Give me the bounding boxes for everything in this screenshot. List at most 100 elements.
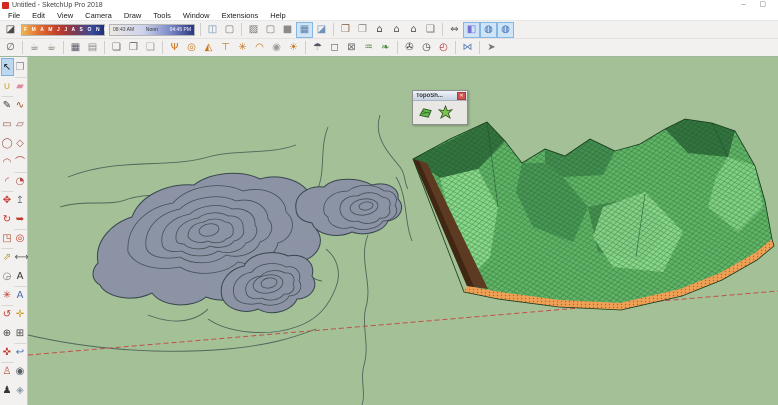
position-camera-icon[interactable]: ♙ <box>0 362 14 380</box>
axes-icon[interactable]: ✳ <box>1 286 14 304</box>
zoom-window-icon[interactable]: ⊞ <box>14 324 27 342</box>
grass-icon[interactable]: ♒ <box>360 40 377 56</box>
leaf-icon[interactable]: ❧ <box>377 40 394 56</box>
add-location-icon[interactable]: ◍ <box>480 21 497 38</box>
window-icon[interactable]: ❏ <box>108 40 125 56</box>
pan-icon[interactable]: ✛ <box>14 305 27 323</box>
maximize-button[interactable]: ▢ <box>759 0 766 10</box>
menu-item[interactable]: Draw <box>118 10 148 21</box>
parasol-icon[interactable]: ☂ <box>309 40 326 56</box>
topo-stamp-icon[interactable]: ⊤ <box>217 40 234 56</box>
teapot-icon[interactable]: ☕ <box>26 40 43 56</box>
topo-target-icon[interactable]: ◉ <box>268 40 285 56</box>
model-viewport[interactable]: TopoSh... ✕ <box>28 57 778 405</box>
share-model-icon[interactable]: ⌂ <box>388 22 405 38</box>
xray-icon[interactable]: ◫ <box>204 22 221 38</box>
paint-bucket-icon[interactable]: ∪ <box>1 77 14 95</box>
zoom-extents-icon[interactable]: ✜ <box>1 343 14 361</box>
rotate-icon[interactable]: ↻ <box>1 210 14 228</box>
minimize-button[interactable]: – <box>741 0 745 10</box>
three-point-arc-icon[interactable]: ◜ <box>1 172 14 190</box>
freehand-icon[interactable]: ∿ <box>14 96 27 114</box>
topo-sun-icon[interactable]: ☀ <box>285 40 302 56</box>
window-image-icon[interactable]: ❐ <box>125 40 142 56</box>
extension-warehouse-icon[interactable]: ❑ <box>422 22 439 38</box>
toposhaper-titlebar[interactable]: TopoSh... ✕ <box>413 91 467 101</box>
arc-icon[interactable]: ◠ <box>1 153 14 171</box>
cube-delete-icon[interactable]: ⊠ <box>343 40 360 56</box>
three-d-text-icon[interactable]: A <box>13 286 27 304</box>
zoom-previous-icon[interactable]: ↩ <box>13 343 27 361</box>
window-title: Untitled - SketchUp Pro 2018 <box>12 1 103 9</box>
move-icon[interactable]: ✥ <box>0 191 14 209</box>
cursor-icon[interactable]: ➤ <box>483 40 500 56</box>
shadow-time-noon: Noon <box>145 26 158 33</box>
topo-dome-icon[interactable]: ◠ <box>251 40 268 56</box>
home-icon[interactable]: ⌂ <box>371 22 388 38</box>
topo-ring-icon[interactable]: ◎ <box>183 40 200 56</box>
dimension-icon[interactable]: ⟷ <box>14 248 29 266</box>
section-plane-icon[interactable]: ◈ <box>14 381 27 399</box>
compass-icon[interactable]: ✇ <box>401 40 418 56</box>
orbit-icon[interactable]: ↺ <box>0 305 14 323</box>
walk-icon[interactable]: ♟ <box>1 381 14 399</box>
menu-item[interactable]: Extensions <box>216 10 265 21</box>
compass-small-icon[interactable]: ◷ <box>418 40 435 56</box>
back-edges-icon[interactable]: ▨ <box>245 22 262 38</box>
hidden-line-icon[interactable]: ▢ <box>262 22 279 38</box>
line-icon[interactable]: ✎ <box>0 96 14 114</box>
menu-item[interactable]: Camera <box>79 10 118 21</box>
watermark-frame-icon[interactable]: ▤ <box>84 40 101 56</box>
follow-me-icon[interactable]: ➥ <box>14 210 27 228</box>
tape-measure-icon[interactable]: ⇗ <box>0 248 14 266</box>
topo-star-icon[interactable] <box>437 104 454 121</box>
toolbar-separator <box>455 41 456 54</box>
two-point-arc-icon[interactable]: ⌒ <box>14 153 27 171</box>
menu-item[interactable]: Tools <box>147 10 177 21</box>
swap-arrows-icon[interactable]: ⇔ <box>446 22 463 38</box>
circle-icon[interactable]: ◯ <box>1 134 14 152</box>
push-pull-icon[interactable]: ↥ <box>14 191 27 209</box>
close-icon[interactable]: ✕ <box>457 91 466 100</box>
make-component-icon[interactable]: ❐ <box>14 58 27 76</box>
eraser-icon[interactable]: ▰ <box>13 77 27 95</box>
shadow-months-slider[interactable]: J F M A M J J A S O N D <box>17 23 108 36</box>
window-lock-icon[interactable]: ❑ <box>142 40 159 56</box>
look-around-icon[interactable]: ◉ <box>14 362 27 380</box>
shaded-icon[interactable]: ■ <box>279 22 296 38</box>
protractor-icon[interactable]: ◶ <box>1 267 14 285</box>
select-icon[interactable]: ↖ <box>0 58 14 76</box>
pie-icon[interactable]: ◔ <box>13 172 27 190</box>
text-icon[interactable]: A <box>14 267 27 285</box>
speedometer-icon[interactable]: ◴ <box>435 40 452 56</box>
menu-item[interactable]: Window <box>177 10 216 21</box>
shaded-textures-icon[interactable]: ▦ <box>296 21 313 38</box>
zoom-icon[interactable]: ⊕ <box>1 324 14 342</box>
topo-surface-icon[interactable] <box>417 104 434 121</box>
cube-icon[interactable]: ◻ <box>326 40 343 56</box>
topo-drape-icon[interactable]: ✳ <box>234 40 251 56</box>
menu-item[interactable]: File <box>2 10 26 21</box>
topo-contours-icon[interactable]: Ψ <box>166 40 183 56</box>
mirror-icon[interactable]: ⋈ <box>459 40 476 56</box>
menu-item[interactable]: View <box>51 10 79 21</box>
scale-icon[interactable]: ◳ <box>1 229 14 247</box>
show-terrain-icon[interactable]: ◍ <box>497 21 514 38</box>
polygon-icon[interactable]: ◇ <box>14 134 27 152</box>
get-models-icon[interactable]: ❒ <box>337 22 354 38</box>
monochrome-icon[interactable]: ◪ <box>313 22 330 38</box>
offset-icon[interactable]: ◎ <box>13 229 27 247</box>
shadow-time-slider[interactable]: 08:43 AM Noon 04:45 PM <box>109 23 195 36</box>
menu-item[interactable]: Help <box>264 10 291 21</box>
menu-item[interactable]: Edit <box>26 10 51 21</box>
teapot-export-icon[interactable]: ☕ <box>43 40 60 56</box>
section-plane-display-icon[interactable]: ◧ <box>463 21 480 38</box>
rectangle-icon[interactable]: ▭ <box>1 115 14 133</box>
wireframe-icon[interactable]: ▢ <box>221 22 238 38</box>
topo-flag-icon[interactable]: ◭ <box>200 40 217 56</box>
circle-slash-icon[interactable]: ∅ <box>2 40 19 56</box>
components-book-icon[interactable]: ❐ <box>354 22 371 38</box>
rotated-rectangle-icon[interactable]: ▱ <box>14 115 27 133</box>
watermark-dark-icon[interactable]: ▦ <box>67 40 84 56</box>
share-component-icon[interactable]: ⌂ <box>405 22 422 38</box>
